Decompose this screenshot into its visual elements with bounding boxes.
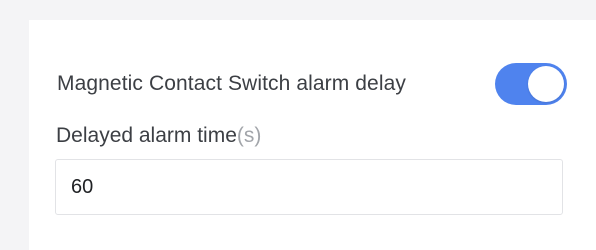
settings-card: Magnetic Contact Switch alarm delay Dela… [29, 20, 596, 250]
delayed-alarm-time-unit: (s) [236, 124, 262, 147]
alarm-delay-row: Magnetic Contact Switch alarm delay [57, 58, 567, 110]
delayed-alarm-time-label: Delayed alarm time(s) [56, 124, 261, 148]
delayed-alarm-time-input[interactable] [69, 174, 543, 200]
delayed-alarm-time-field[interactable] [55, 159, 563, 215]
alarm-delay-label: Magnetic Contact Switch alarm delay [57, 72, 406, 95]
toggle-knob [528, 66, 564, 102]
alarm-delay-toggle[interactable] [495, 63, 567, 105]
delayed-alarm-time-text: Delayed alarm time [56, 124, 237, 147]
